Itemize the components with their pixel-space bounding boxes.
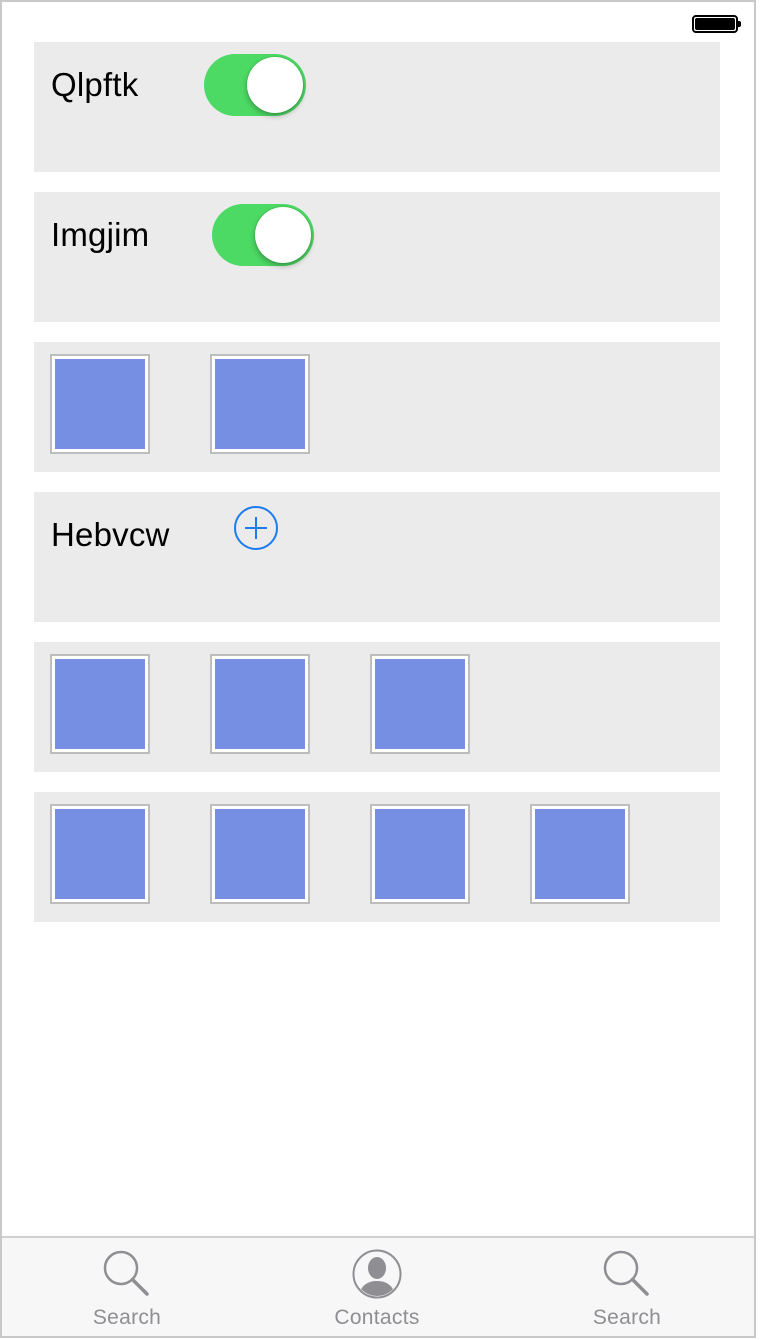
image-tile[interactable] (370, 804, 470, 904)
image-tile[interactable] (50, 354, 150, 454)
row-tiles-4 (34, 792, 720, 922)
contacts-icon (352, 1249, 402, 1299)
tab-contacts[interactable]: Contacts (252, 1238, 502, 1336)
tab-search-left[interactable]: Search (2, 1238, 252, 1336)
row-label: Qlpftk (51, 66, 139, 103)
row-qlpftk: Qlpftk (34, 42, 720, 172)
image-tile[interactable] (50, 654, 150, 754)
qlpftk-toggle[interactable] (204, 54, 306, 116)
row-tiles-3 (34, 642, 720, 772)
image-tile[interactable] (210, 354, 310, 454)
battery-icon (692, 15, 741, 33)
image-tile[interactable] (530, 804, 630, 904)
search-icon (103, 1250, 149, 1296)
row-tiles-2 (34, 342, 720, 472)
image-tile[interactable] (50, 804, 150, 904)
tab-search-right[interactable]: Search (502, 1238, 752, 1336)
row-hebvcw: Hebvcw (34, 492, 720, 622)
row-label: Hebvcw (51, 516, 170, 553)
toggle-knob (255, 207, 311, 263)
image-tile[interactable] (210, 654, 310, 754)
tab-label: Search (92, 1306, 162, 1329)
image-tile[interactable] (210, 804, 310, 904)
tab-bar: Search Contacts Search (2, 1236, 754, 1336)
tab-label: Search (592, 1306, 662, 1329)
row-label: Imgjim (51, 216, 150, 253)
toggle-knob (247, 57, 303, 113)
app-screen: Qlpftk Imgjim Hebvcw Search Contacts Sea… (0, 0, 756, 1338)
tab-label: Contacts (334, 1306, 420, 1329)
search-icon (603, 1250, 649, 1296)
plus-circle-icon[interactable] (234, 506, 278, 550)
image-tile[interactable] (370, 654, 470, 754)
status-bar (2, 2, 754, 42)
imgjim-toggle[interactable] (212, 204, 314, 266)
row-imgjim: Imgjim (34, 192, 720, 322)
